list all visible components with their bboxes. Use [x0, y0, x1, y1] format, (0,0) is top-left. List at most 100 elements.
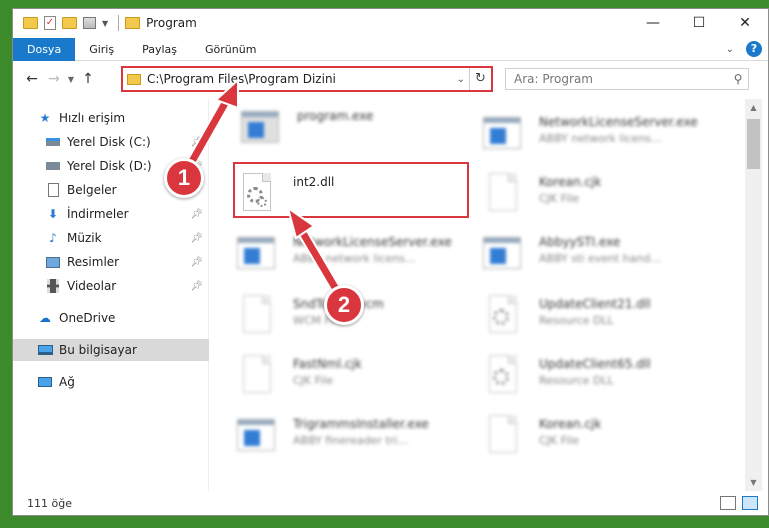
- tab-view[interactable]: Görünüm: [191, 38, 270, 61]
- file-description: ABBY finereader tri...: [293, 434, 408, 447]
- nav-downloads[interactable]: ⬇ İndirmeler 📌︎: [13, 203, 209, 225]
- help-icon[interactable]: ?: [746, 41, 762, 57]
- pin-icon: 📌︎: [190, 280, 203, 292]
- ribbon-right: ⌄ ?: [726, 41, 762, 57]
- nav-quick-access[interactable]: ★ Hızlı erişim: [13, 107, 209, 129]
- file-description: CJK File: [293, 374, 334, 387]
- file-description: CJK File: [539, 192, 580, 205]
- search-box[interactable]: Ara: Program ⚲: [505, 68, 749, 90]
- window-title: Program: [146, 16, 197, 30]
- forward-arrow-icon[interactable]: →: [43, 71, 65, 87]
- nav-network[interactable]: Ağ: [13, 371, 209, 393]
- search-icon[interactable]: ⚲: [728, 72, 748, 86]
- folder-icon: [125, 17, 141, 29]
- address-path[interactable]: C:\Program Files\Program Dizini: [147, 72, 453, 86]
- large-icons-view-icon[interactable]: [742, 496, 758, 510]
- file-list: program.exe int2.dll NetworkLicenseServe…: [211, 99, 746, 491]
- file-item[interactable]: Korean.cjk CJK File: [483, 169, 723, 225]
- window-controls: — ☐ ✕: [630, 9, 768, 37]
- pin-icon: 📌︎: [190, 136, 203, 148]
- nav-label: Ağ: [59, 375, 75, 389]
- executable-icon: [241, 107, 281, 151]
- file-item[interactable]: AbbyySTI.exe ABBY sti event hand...: [483, 229, 723, 285]
- address-row: ← → ▼ ↑ C:\Program Files\Program Dizini …: [13, 64, 768, 94]
- dll-gear-icon: [483, 295, 523, 339]
- close-button[interactable]: ✕: [722, 9, 768, 37]
- address-bar[interactable]: C:\Program Files\Program Dizini ⌄ ↻: [121, 66, 493, 92]
- nav-label: Hızlı erişim: [59, 111, 126, 125]
- nav-label: OneDrive: [59, 311, 116, 325]
- file-name: Korean.cjk: [539, 175, 602, 189]
- view-switcher: [720, 496, 758, 510]
- folder-icon[interactable]: [23, 17, 38, 29]
- back-arrow-icon[interactable]: ←: [21, 71, 43, 87]
- nav-label: Müzik: [67, 231, 102, 245]
- divider: [118, 15, 120, 31]
- recent-locations-icon[interactable]: ▼: [65, 75, 77, 84]
- details-view-icon[interactable]: [720, 496, 736, 510]
- pin-icon: 📌︎: [190, 232, 203, 244]
- minimize-button[interactable]: —: [630, 9, 676, 37]
- tab-file[interactable]: Dosya: [13, 37, 76, 61]
- nav-local-disk-c[interactable]: Yerel Disk (C:) 📌︎: [13, 131, 209, 153]
- scroll-up-icon[interactable]: ▲: [745, 99, 762, 116]
- nav-label: Yerel Disk (D:): [67, 159, 152, 173]
- file-name: UpdateClient65.dll: [539, 357, 651, 371]
- document-icon: [483, 415, 523, 459]
- file-name: program.exe: [297, 109, 374, 123]
- file-description: Resource DLL: [539, 314, 614, 327]
- tab-share[interactable]: Paylaş: [128, 38, 191, 61]
- executable-icon: [483, 113, 523, 157]
- nav-label: Resimler: [67, 255, 120, 269]
- file-description: CJK File: [539, 434, 580, 447]
- status-bar: 111 öğe: [13, 491, 768, 515]
- vertical-scrollbar[interactable]: ▲ ▼: [745, 99, 762, 491]
- refresh-icon[interactable]: ↻: [469, 68, 491, 90]
- file-highlight-box: [233, 162, 469, 218]
- file-description: ABBY network licens...: [293, 252, 416, 265]
- file-name: NetworkLicenseServer.exe: [293, 235, 452, 249]
- title-bar: ✓ ▼ Program — ☐ ✕: [13, 9, 768, 37]
- file-item[interactable]: FastNml.cjk CJK File: [237, 351, 477, 407]
- file-item[interactable]: NetworkLicenseServer.exe ABBY network li…: [483, 109, 723, 165]
- file-item[interactable]: program.exe: [241, 103, 481, 159]
- nav-music[interactable]: ♪ Müzik 📌︎: [13, 227, 209, 249]
- scroll-down-icon[interactable]: ▼: [745, 474, 762, 491]
- file-description: Resource DLL: [539, 374, 614, 387]
- nav-label: İndirmeler: [67, 207, 129, 221]
- chevron-down-icon[interactable]: ▼: [102, 19, 108, 28]
- file-name: Korean.cjk: [539, 417, 602, 431]
- file-item[interactable]: UpdateClient21.dll Resource DLL: [483, 291, 723, 347]
- file-name: UpdateClient21.dll: [539, 297, 651, 311]
- expand-ribbon-icon[interactable]: ⌄: [726, 44, 734, 55]
- nav-onedrive[interactable]: ☁ OneDrive: [13, 307, 209, 329]
- file-name: FastNml.cjk: [293, 357, 362, 371]
- chevron-down-icon[interactable]: ⌄: [453, 74, 469, 85]
- nav-this-pc[interactable]: Bu bilgisayar: [13, 339, 209, 361]
- drive-icon: [45, 159, 61, 173]
- properties-icon[interactable]: [83, 17, 96, 29]
- file-item[interactable]: Korean.cjk CJK File: [483, 411, 723, 467]
- search-input[interactable]: Ara: Program: [514, 72, 728, 86]
- checkmark-icon[interactable]: ✓: [44, 16, 56, 30]
- maximize-button[interactable]: ☐: [676, 9, 722, 37]
- documents-icon: [45, 183, 61, 197]
- nav-label: Videolar: [67, 279, 117, 293]
- folder-icon: [127, 73, 141, 85]
- executable-icon: [483, 233, 523, 277]
- file-item[interactable]: TrigrammsInstaller.exe ABBY finereader t…: [237, 411, 477, 467]
- nav-videos[interactable]: Videolar 📌︎: [13, 275, 209, 297]
- nav-label: Bu bilgisayar: [59, 343, 137, 357]
- document-icon: [237, 295, 277, 339]
- network-icon: [37, 375, 53, 389]
- new-folder-icon[interactable]: [62, 17, 77, 29]
- file-item[interactable]: UpdateClient65.dll Resource DLL: [483, 351, 723, 407]
- file-name: AbbyySTI.exe: [539, 235, 621, 249]
- up-arrow-icon[interactable]: ↑: [77, 71, 99, 87]
- videos-icon: [45, 279, 61, 293]
- nav-label: Belgeler: [67, 183, 117, 197]
- scrollbar-thumb[interactable]: [747, 119, 760, 169]
- tab-home[interactable]: Giriş: [75, 38, 128, 61]
- nav-pictures[interactable]: Resimler 📌︎: [13, 251, 209, 273]
- file-item[interactable]: NetworkLicenseServer.exe ABBY network li…: [237, 229, 477, 285]
